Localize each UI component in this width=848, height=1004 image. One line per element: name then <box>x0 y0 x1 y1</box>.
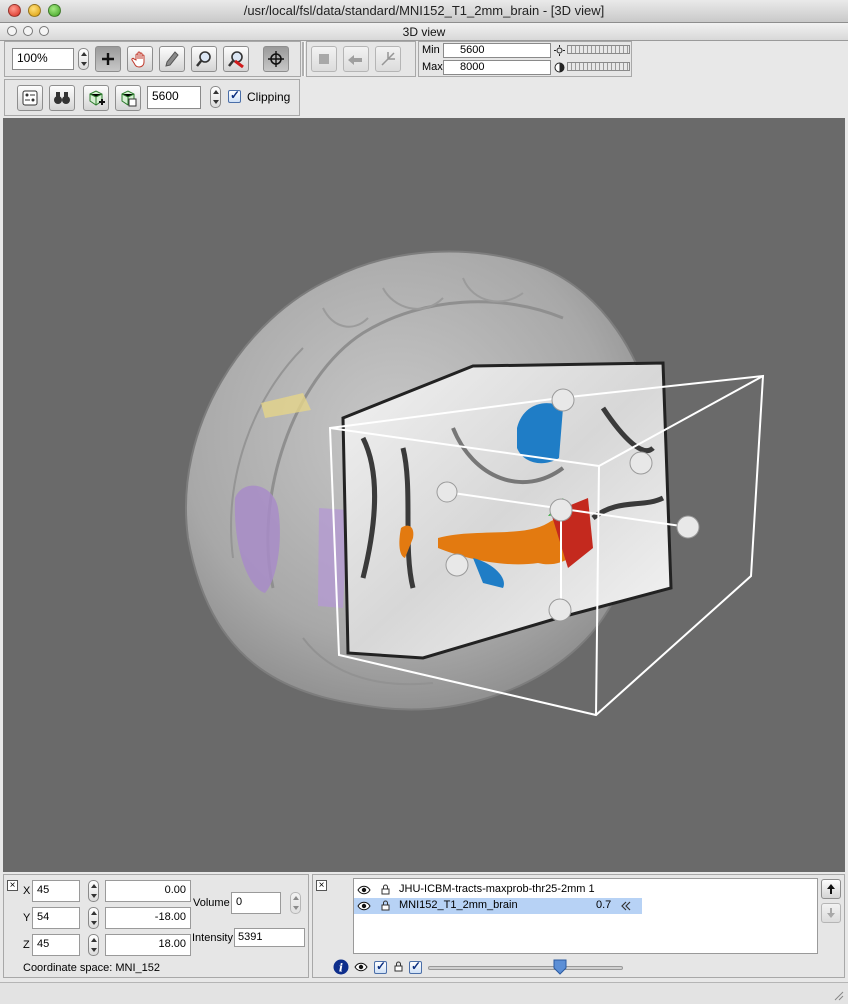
x-world-field[interactable]: 0.00 <box>105 880 191 902</box>
axes-icon <box>381 52 395 66</box>
clipping-label: Clipping <box>247 90 291 104</box>
intensity-field: 5391 <box>234 928 305 947</box>
x-stepper[interactable] <box>88 880 99 902</box>
layer-panel: × JHU-ICBM-tracts-maxprob-thr25-2mm 1 MN… <box>312 874 845 978</box>
z-stepper[interactable] <box>88 934 99 956</box>
toolbar-separator <box>302 42 305 76</box>
zoom-out-tool-button[interactable] <box>223 46 249 72</box>
move-layer-down-button[interactable] <box>821 903 841 923</box>
stop-tool-button[interactable] <box>311 46 337 72</box>
layer-row[interactable]: JHU-ICBM-tracts-maxprob-thr25-2mm 1 <box>354 882 642 898</box>
add-mesh-button[interactable] <box>83 85 109 111</box>
status-bar <box>0 982 848 1004</box>
opacity-slider-thumb[interactable] <box>552 959 568 975</box>
z-world-field[interactable]: 18.00 <box>105 934 191 956</box>
properties-button[interactable] <box>17 85 43 111</box>
window-title: /usr/local/fsl/data/standard/MNI152_T1_2… <box>243 3 605 18</box>
layer-visibility-eye-icon[interactable] <box>354 962 368 972</box>
layer-opacity: 0.7 <box>596 899 612 911</box>
volume-label: Volume <box>193 897 230 909</box>
zoom-stepper[interactable] <box>78 48 89 70</box>
magnifier-icon <box>196 51 211 67</box>
window-title-bar: /usr/local/fsl/data/standard/MNI152_T1_2… <box>0 0 848 23</box>
hand-icon <box>131 51 145 68</box>
rotate-icon <box>348 55 362 65</box>
max-value-field[interactable]: 8000 <box>443 60 551 75</box>
move-layer-up-button[interactable] <box>821 879 841 899</box>
y-stepper[interactable] <box>88 907 99 929</box>
layer-row-selected[interactable]: MNI152_T1_2mm_brain 0.7 <box>354 898 642 914</box>
settings-panel-icon <box>22 90 38 106</box>
x-label: X <box>23 885 31 897</box>
axes-tool-button[interactable] <box>375 46 401 72</box>
pencil-icon <box>165 51 179 67</box>
layer-lock-icon <box>394 961 403 972</box>
3d-viewport[interactable] <box>3 118 845 872</box>
mode-toolbar: 100% <box>4 41 301 77</box>
x-voxel-field[interactable]: 45 <box>32 880 80 902</box>
close-panel-icon[interactable]: × <box>7 880 18 891</box>
z-label: Z <box>23 939 30 951</box>
display-range-panel: Min 5600 Max 8000 <box>418 41 632 77</box>
center-cursor-button[interactable] <box>263 46 289 72</box>
add-mesh-icon <box>89 90 105 106</box>
view-frame-bar: 3D view <box>0 23 848 41</box>
min-value-field[interactable]: 5600 <box>443 43 551 58</box>
target-icon <box>268 51 284 67</box>
brain-render <box>185 250 765 717</box>
binoculars-icon <box>54 92 70 104</box>
arrow-down-icon <box>827 908 835 918</box>
brightness-slider[interactable] <box>567 45 630 54</box>
arrow-up-icon <box>827 884 835 894</box>
mesh-list-icon <box>121 90 137 107</box>
layer-list: JHU-ICBM-tracts-maxprob-thr25-2mm 1 MNI1… <box>353 878 818 954</box>
pan-tool-button[interactable] <box>127 46 153 72</box>
y-voxel-field[interactable]: 54 <box>32 907 80 929</box>
crosshair-tool-button[interactable] <box>95 46 121 72</box>
threshold-field[interactable]: 5600 <box>147 86 201 109</box>
navigation-toolbar <box>306 41 416 77</box>
opacity-slider-track[interactable] <box>428 966 623 970</box>
layer-name: MNI152_T1_2mm_brain <box>399 899 518 911</box>
close-layer-panel-icon[interactable]: × <box>316 880 327 891</box>
magnifier-minus-icon <box>228 51 244 68</box>
visibility-eye-icon[interactable] <box>357 901 371 911</box>
brightness-icon <box>554 45 565 56</box>
layer-name: JHU-ICBM-tracts-maxprob-thr25-2mm 1 <box>399 883 595 895</box>
camera-view-button[interactable] <box>49 85 75 111</box>
contrast-slider[interactable] <box>567 62 630 71</box>
layer-visible-checkbox[interactable] <box>374 959 387 974</box>
pencil-tool-button[interactable] <box>159 46 185 72</box>
cursor-panel: × X 45 0.00 Y 54 -18.00 Z 45 18.00 Volum… <box>3 874 309 978</box>
volume-field[interactable]: 0 <box>231 892 281 914</box>
clipping-checkbox[interactable] <box>228 88 241 103</box>
resize-grip-icon[interactable] <box>832 989 844 1001</box>
threshold-stepper[interactable] <box>210 86 221 108</box>
zoom-in-tool-button[interactable] <box>191 46 217 72</box>
contrast-icon <box>554 62 565 73</box>
y-world-field[interactable]: -18.00 <box>105 907 191 929</box>
lock-icon[interactable] <box>381 884 390 895</box>
volume-stepper[interactable] <box>290 892 301 914</box>
frame-title: 3D view <box>402 25 446 39</box>
stop-icon <box>319 54 329 64</box>
zoom-field[interactable]: 100% <box>12 48 74 70</box>
mesh-options-button[interactable] <box>115 85 141 111</box>
rotate-tool-button[interactable] <box>343 46 369 72</box>
coordinate-space: Coordinate space: MNI_152 <box>23 962 160 974</box>
layer-lock-checkbox[interactable] <box>409 959 422 974</box>
lock-icon[interactable] <box>381 900 390 911</box>
intensity-label: Intensity <box>192 932 233 944</box>
3d-toolbar: 5600 Clipping <box>4 79 300 116</box>
min-label: Min <box>422 44 440 56</box>
y-label: Y <box>23 912 31 924</box>
max-label: Max <box>422 61 443 73</box>
svg-text:i: i <box>339 962 343 975</box>
crosshair-icon <box>102 53 114 65</box>
double-chevron-left-icon[interactable] <box>620 901 632 911</box>
visibility-eye-icon[interactable] <box>357 885 371 895</box>
info-icon[interactable]: i <box>333 959 349 975</box>
z-voxel-field[interactable]: 45 <box>32 934 80 956</box>
